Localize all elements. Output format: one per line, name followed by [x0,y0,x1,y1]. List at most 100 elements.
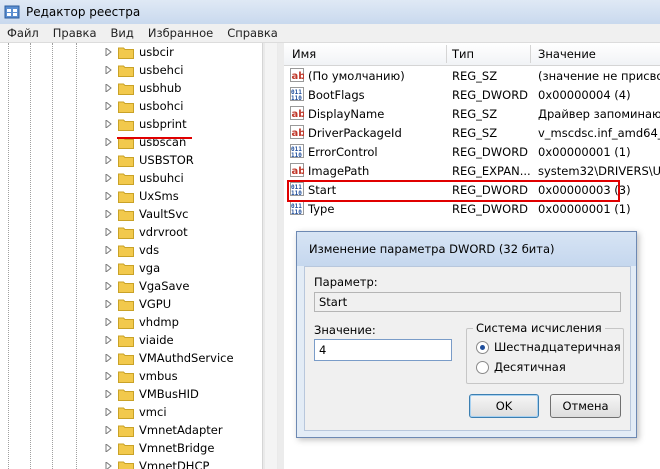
expand-arrow-icon[interactable] [104,48,112,56]
menu-favorites[interactable]: Избранное [141,26,220,40]
tree-item[interactable]: vga [104,259,160,277]
value-name: BootFlags [308,87,365,102]
table-row[interactable]: ab DisplayName REG_SZ Драйвер запоминающ [284,104,660,123]
menu-view[interactable]: Вид [104,26,141,40]
tree-item[interactable]: vdrvroot [104,223,188,241]
expand-arrow-icon[interactable] [104,192,112,200]
ok-button[interactable]: OK [469,394,539,418]
tree-item[interactable]: usbohci [104,97,183,115]
table-row[interactable]: 011 110 BootFlags REG_DWORD 0x00000004 (4) [284,85,660,104]
value-type: REG_EXPAN... [452,163,530,178]
tree-item-label: usbohci [139,99,184,113]
tree-item[interactable]: vmbus [104,367,178,385]
tree-item-label: UxSms [139,189,179,203]
column-value-header[interactable]: Значение [538,43,596,65]
expand-arrow-icon[interactable] [104,336,112,344]
expand-arrow-icon[interactable] [104,462,112,469]
string-value-icon: ab [290,125,304,139]
expand-arrow-icon[interactable] [104,354,112,362]
tree-item[interactable]: VmnetAdapter [104,421,223,439]
tree-scroll-thumb[interactable] [265,43,277,469]
svg-text:ab: ab [292,128,305,139]
cancel-button[interactable]: Отмена [550,394,621,418]
tree-item-label: vhdmp [139,315,179,329]
tree-item[interactable]: viaide [104,331,174,349]
tree-item[interactable]: vhdmp [104,313,179,331]
expand-arrow-icon[interactable] [104,102,112,110]
column-name-header[interactable]: Имя [292,43,316,65]
tree-item[interactable]: VMAuthdService [104,349,234,367]
value-input[interactable]: 4 [314,339,452,361]
expand-arrow-icon[interactable] [104,372,112,380]
expand-arrow-icon[interactable] [104,426,112,434]
tree-item[interactable]: VmnetBridge [104,439,214,457]
expand-arrow-icon[interactable] [104,156,112,164]
expand-arrow-icon[interactable] [104,120,112,128]
expand-arrow-icon[interactable] [104,210,112,218]
tree-item[interactable]: usbhub [104,79,181,97]
tree-scrollbar[interactable] [262,43,279,469]
tree-item[interactable]: VMBusHID [104,385,199,403]
folder-icon [118,244,134,257]
folder-icon [118,82,134,95]
tree-item[interactable]: USBSTOR [104,151,194,169]
expand-arrow-icon[interactable] [104,246,112,254]
folder-icon [118,154,134,167]
tree-item[interactable]: VaultSvc [104,205,188,223]
tree-item[interactable]: usbehci [104,61,183,79]
tree-item[interactable]: usbuhci [104,169,184,187]
expand-arrow-icon[interactable] [104,300,112,308]
expand-arrow-icon[interactable] [104,318,112,326]
column-separator[interactable] [446,45,447,63]
value-data: 0x00000001 (1) [538,144,631,159]
dialog-title-bar[interactable]: Изменение параметра DWORD (32 бита) [297,232,636,266]
expand-arrow-icon[interactable] [104,444,112,452]
expand-arrow-icon[interactable] [104,390,112,398]
column-type-header[interactable]: Тип [452,43,474,65]
registry-tree[interactable]: usbcir usbehci usbhub usbohci usbprint usbsca… [0,43,276,469]
hex-radio-label[interactable]: Шестнадцатеричная [494,340,621,354]
table-row[interactable]: ab DriverPackageId REG_SZ v_mscdsc.inf_amd6… [284,123,660,142]
expand-arrow-icon[interactable] [104,408,112,416]
tree-item[interactable]: VGPU [104,295,171,313]
menu-help[interactable]: Справка [220,26,285,40]
tree-item[interactable]: usbcir [104,43,174,61]
column-separator[interactable] [530,45,531,63]
folder-icon [118,100,134,113]
tree-item[interactable]: vds [104,241,159,259]
expand-arrow-icon[interactable] [104,264,112,272]
dec-radio[interactable] [476,361,489,374]
expand-arrow-icon[interactable] [104,228,112,236]
title-bar[interactable]: Редактор реестра [0,0,660,24]
expand-arrow-icon[interactable] [104,66,112,74]
expand-arrow-icon[interactable] [104,138,112,146]
tree-item[interactable]: VgaSave [104,277,189,295]
folder-icon [118,226,134,239]
value-name: ImagePath [308,163,370,178]
table-row[interactable]: 011 110 ErrorControl REG_DWORD 0x00000001 (1… [284,142,660,161]
hex-radio[interactable] [476,341,489,354]
folder-icon [118,118,134,131]
table-row[interactable]: ab (По умолчанию) REG_SZ (значение не присв… [284,66,660,85]
dialog-title: Изменение параметра DWORD (32 бита) [309,242,555,256]
tree-item-label: usbprint [139,117,187,131]
tree-item[interactable]: UxSms [104,187,179,205]
tree-item[interactable]: vmci [104,403,167,421]
folder-icon [118,406,134,419]
expand-arrow-icon[interactable] [104,84,112,92]
tree-item-label: VmnetDHCP [139,459,210,469]
tree-item[interactable]: VmnetDHCP [104,457,209,469]
expand-arrow-icon[interactable] [104,174,112,182]
menu-edit[interactable]: Правка [46,26,104,40]
dec-radio-label[interactable]: Десятичная [494,360,566,374]
tree-item-label: VMAuthdService [139,351,234,365]
table-row[interactable]: ab ImagePath REG_EXPAN... system32\DRIVERS\… [284,161,660,180]
tree-item[interactable]: usbprint [104,115,187,133]
tree-item-label: vmbus [139,369,178,383]
menu-file[interactable]: Файл [0,26,46,40]
expand-arrow-icon[interactable] [104,282,112,290]
folder-icon [118,298,134,311]
tree-item[interactable]: usbscan [104,133,186,151]
dword-value-icon: 011110 [290,201,304,215]
tree-item-label: usbuhci [139,171,184,185]
